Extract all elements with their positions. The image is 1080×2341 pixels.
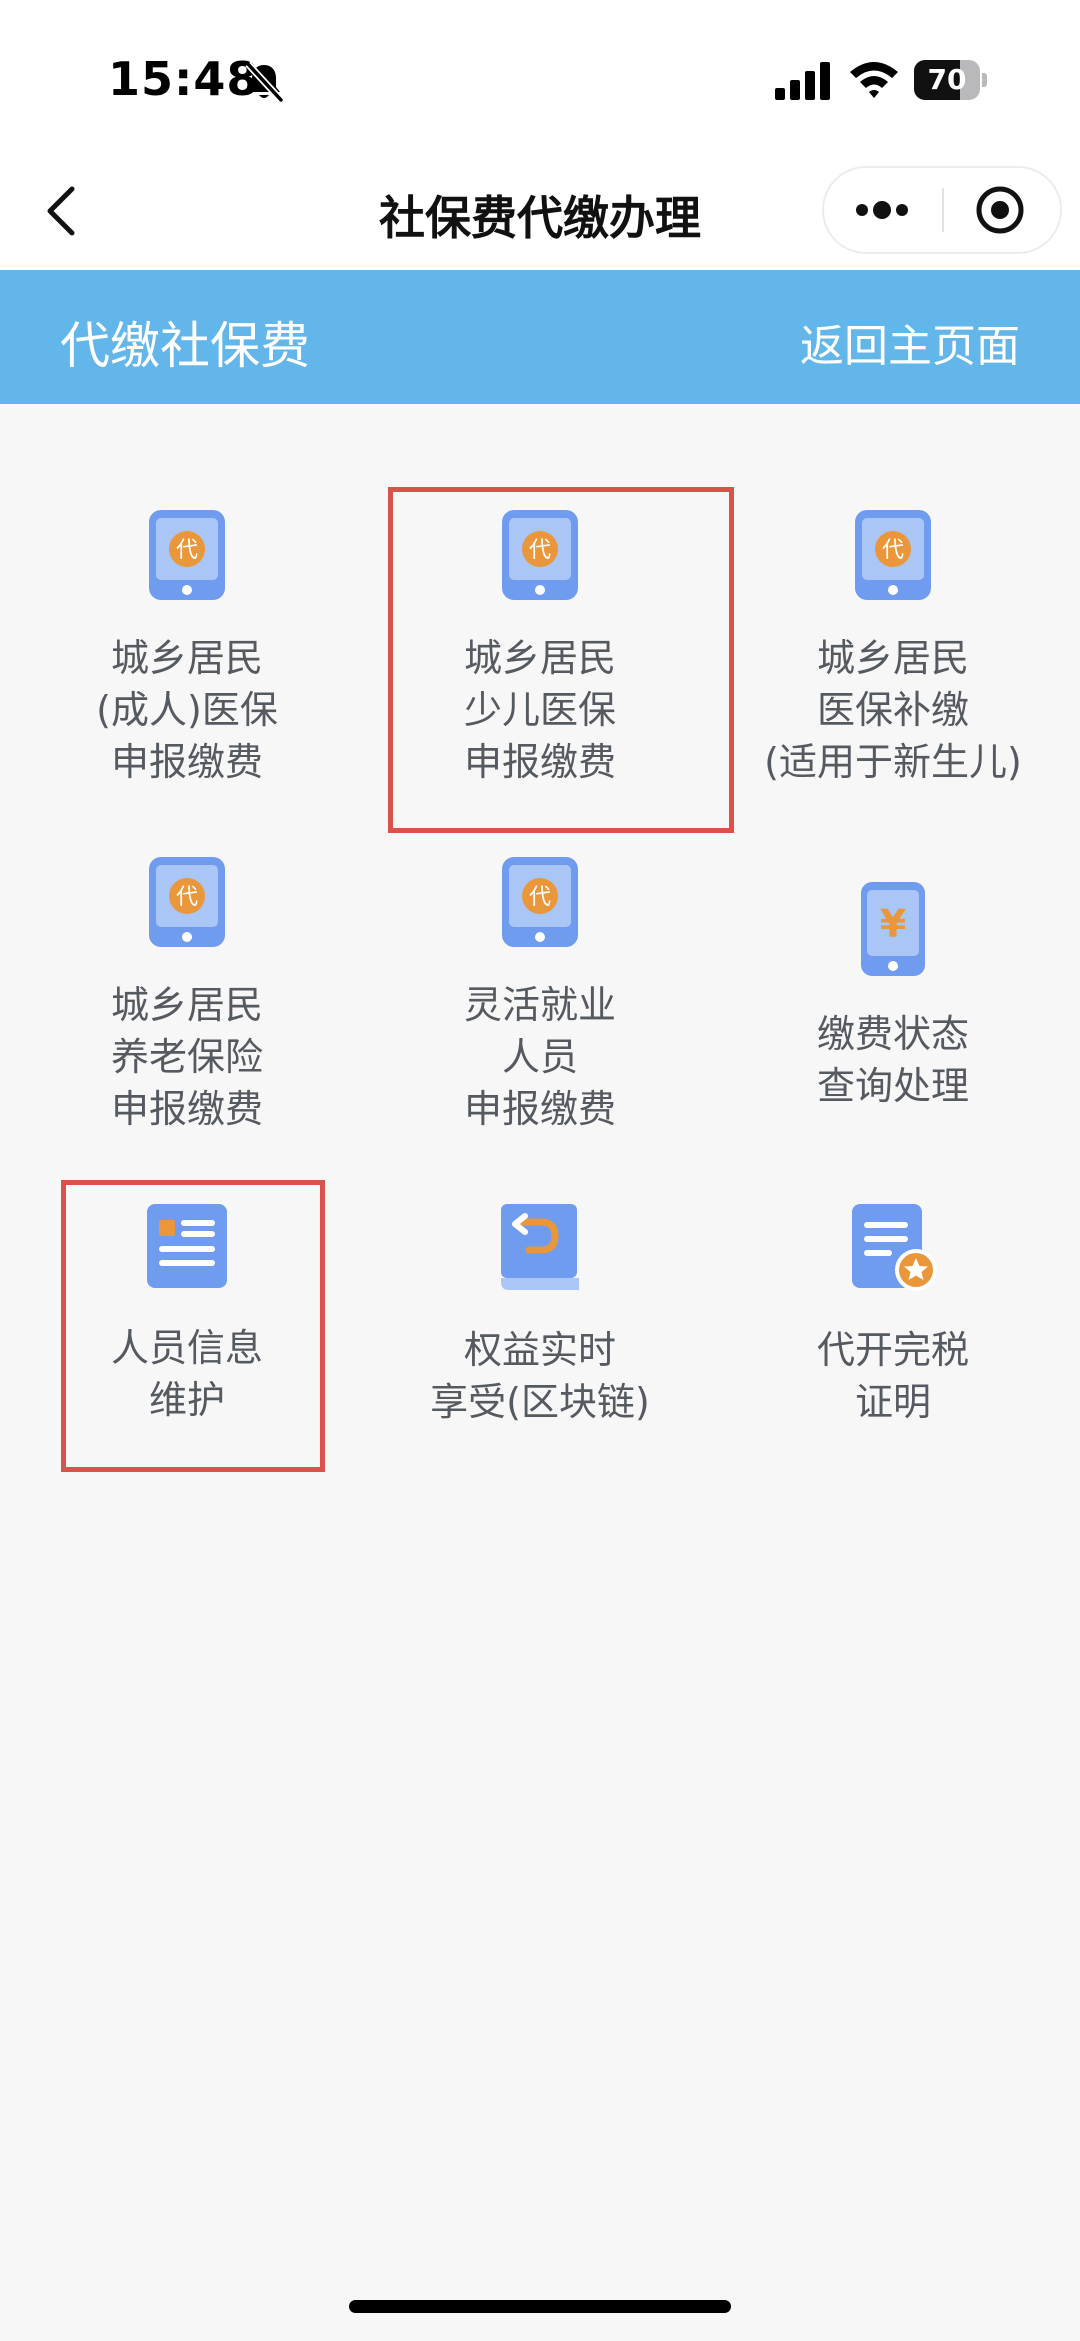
phone-dai-icon: 代: [149, 510, 225, 600]
dai-glyph: 代: [529, 885, 551, 910]
phone-yen-icon: ¥: [861, 882, 925, 976]
banner-title: 代缴社保费: [60, 317, 310, 375]
wifi-icon: [850, 62, 898, 98]
highlight-box-child-insurance: [388, 487, 734, 833]
dai-glyph: 代: [176, 538, 198, 563]
tile-tax-certificate[interactable]: 代开完税 证明: [713, 1200, 1073, 1428]
header-banner: 代缴社保费 返回主页面: [0, 270, 1080, 404]
dai-glyph: 代: [882, 538, 904, 563]
page-title: 社保费代缴办理: [379, 191, 701, 245]
chevron-left-icon[interactable]: [40, 184, 84, 238]
dai-glyph: 代: [176, 885, 198, 910]
mini-program-capsule: [822, 166, 1062, 254]
book-icon: [501, 1204, 579, 1290]
phone-dai-icon: 代: [855, 510, 931, 600]
return-home-link[interactable]: 返回主页面: [800, 310, 1020, 374]
tile-label: 缴费状态 查询处理: [816, 1012, 969, 1108]
more-dots-icon[interactable]: [824, 168, 942, 252]
tile-label: 权益实时 享受(区块链): [430, 1328, 650, 1424]
tile-label: 城乡居民 养老保险 申报缴费: [110, 983, 263, 1131]
tile-adult-medical-insurance[interactable]: 代 城乡居民 (成人)医保 申报缴费: [7, 508, 367, 788]
nav-bar: 社保费代缴办理: [0, 150, 1080, 270]
home-indicator: [349, 2300, 731, 2313]
phone-dai-icon: 代: [149, 857, 225, 947]
status-bar: 15:48 70: [0, 0, 1080, 150]
tile-label: 灵活就业 人员 申报缴费: [463, 983, 616, 1131]
tile-payment-status-query[interactable]: ¥ 缴费状态 查询处理: [713, 880, 1073, 1112]
tile-pension-insurance[interactable]: 代 城乡居民 养老保险 申报缴费: [7, 855, 367, 1135]
battery-level-text: 70: [927, 63, 967, 96]
battery-icon: 70: [914, 60, 988, 100]
tile-newborn-medical-supplement[interactable]: 代 城乡居民 医保补缴 (适用于新生儿): [713, 508, 1073, 788]
bell-off-icon: [245, 61, 284, 103]
certificate-star-icon: [852, 1204, 937, 1291]
tile-label: 城乡居民 医保补缴 (适用于新生儿): [764, 636, 1022, 784]
yen-glyph: ¥: [880, 902, 906, 946]
target-icon[interactable]: [944, 168, 1060, 252]
tile-label: 代开完税 证明: [816, 1328, 969, 1424]
tile-label: 城乡居民 (成人)医保 申报缴费: [96, 636, 278, 784]
tile-flexible-employment[interactable]: 代 灵活就业 人员 申报缴费: [360, 855, 720, 1135]
signal-icon: [775, 62, 830, 100]
phone-dai-icon: 代: [502, 857, 578, 947]
status-time: 15:48: [108, 52, 260, 106]
highlight-box-personnel-info: [61, 1180, 325, 1472]
tile-blockchain-rights[interactable]: 权益实时 享受(区块链): [360, 1200, 720, 1428]
